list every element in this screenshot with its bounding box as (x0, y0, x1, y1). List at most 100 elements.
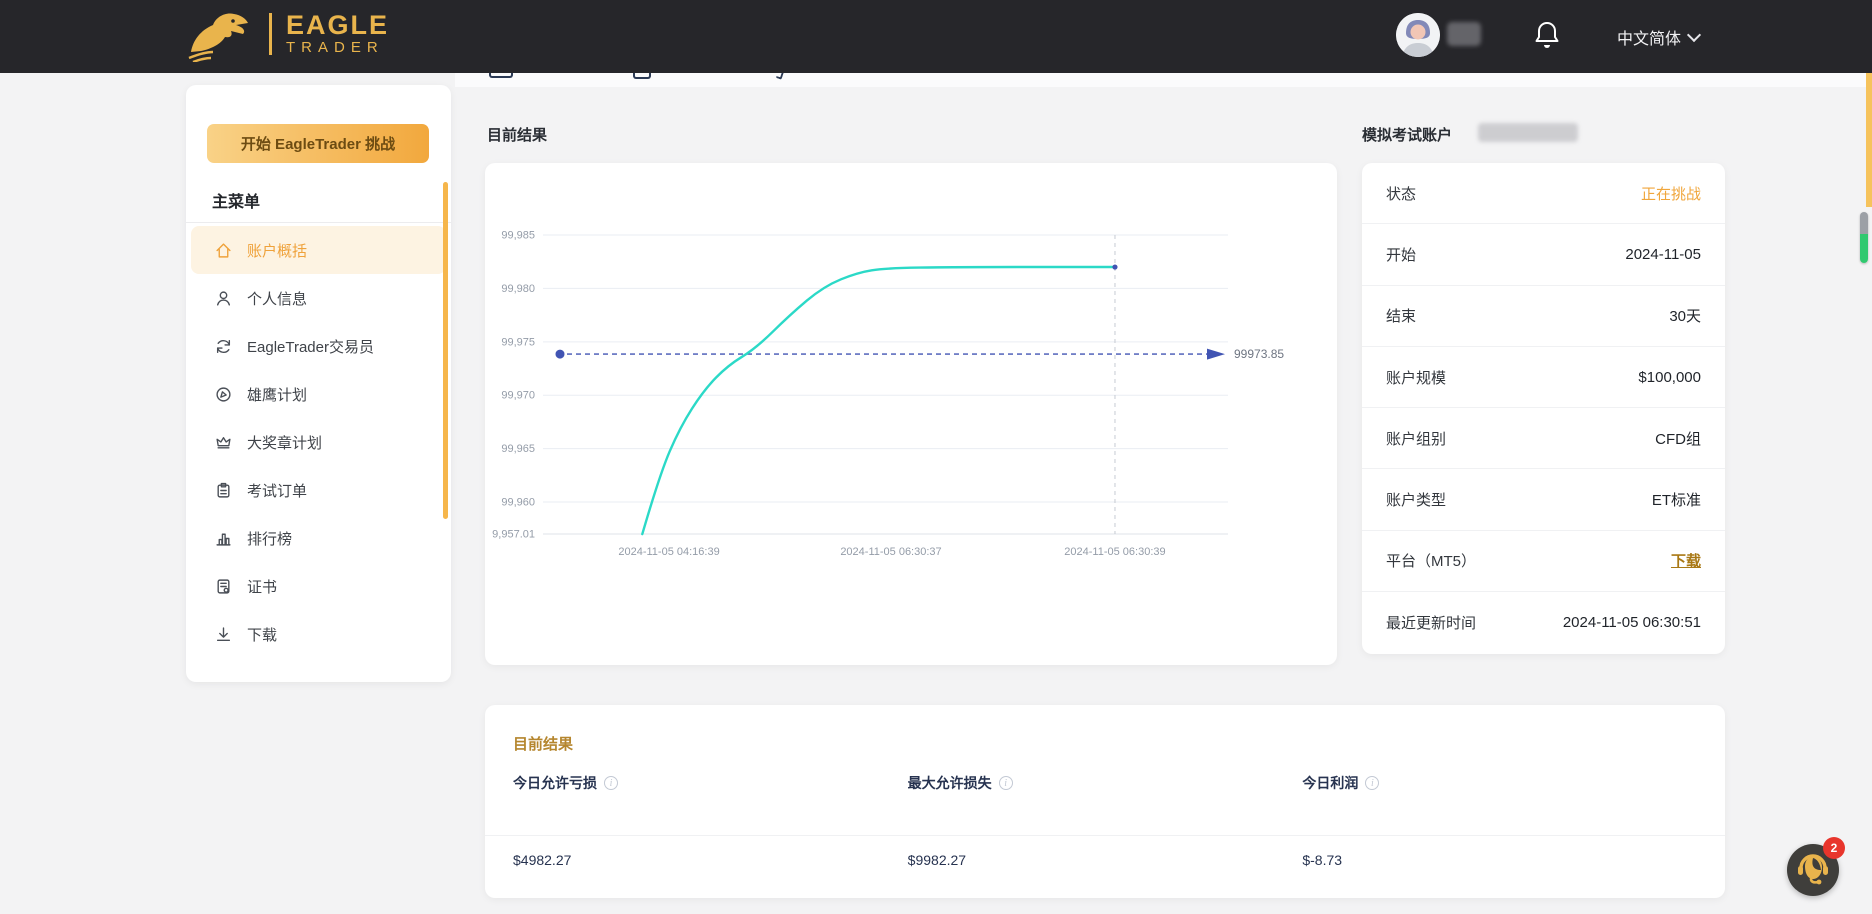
account-number-redacted (1478, 123, 1578, 142)
svg-text:99973.85: 99973.85 (1234, 347, 1284, 361)
panel-row-0: 状态 正在挑战 (1362, 163, 1725, 224)
svg-text:99,975: 99,975 (501, 336, 535, 348)
svg-text:2024-11-05 04:16:39: 2024-11-05 04:16:39 (618, 546, 719, 558)
panel-row-label: 开始 (1386, 244, 1416, 265)
equity-line-chart: 99,985 99,980 99,975 99,970 99,965 99,960 9,95… (485, 163, 1337, 665)
sidebar-item-3[interactable]: 雄鹰计划 (186, 370, 451, 418)
sidebar-item-label: 个人信息 (247, 288, 307, 309)
logo-text-eagle: EAGLE (286, 12, 389, 39)
panel-row-value: 2024-11-05 06:30:51 (1563, 614, 1701, 631)
panel-row-label: 最近更新时间 (1386, 612, 1476, 633)
sidebar-item-6[interactable]: 排行榜 (186, 514, 451, 562)
barchart-icon (215, 530, 232, 547)
stats-value-2: $-8.73 (1302, 852, 1697, 868)
sidebar-item-2[interactable]: EagleTrader交易员 (186, 322, 451, 370)
start-challenge-button[interactable]: 开始 EagleTrader 挑战 (207, 124, 429, 163)
panel-row-value: $100,000 (1638, 369, 1701, 386)
panel-row-label: 账户组别 (1386, 428, 1446, 449)
sidebar-item-5[interactable]: 考试订单 (186, 466, 451, 514)
certificate-icon (215, 578, 232, 595)
sidebar-item-7[interactable]: 证书 (186, 562, 451, 610)
sidebar-section-heading: 主菜单 (212, 188, 260, 212)
sidebar-item-label: 大奖章计划 (247, 432, 322, 453)
stats-col-header-2: 今日利润 i (1302, 773, 1697, 793)
chart-section-title: 目前结果 (487, 124, 547, 145)
stats-label: 今日利润 (1302, 773, 1358, 793)
sidebar-item-label: EagleTrader交易员 (247, 336, 374, 357)
download-link[interactable]: 下载 (1671, 550, 1701, 571)
svg-text:2024-11-05 06:30:37: 2024-11-05 06:30:37 (840, 546, 941, 558)
logo-divider (269, 13, 272, 55)
info-icon[interactable]: i (604, 776, 618, 790)
panel-row-value: 2024-11-05 (1625, 246, 1701, 263)
info-icon[interactable]: i (1365, 776, 1379, 790)
stats-value-0: $4982.27 (513, 852, 908, 868)
chevron-down-icon (1687, 27, 1701, 41)
sidebar-item-label: 考试订单 (247, 480, 307, 501)
sidebar-item-1[interactable]: 个人信息 (186, 274, 451, 322)
top-header: EAGLE TRADER 中文简体 (0, 0, 1872, 73)
page-scrollbar-strip[interactable] (1866, 73, 1872, 207)
svg-text:2024-11-05 06:30:39: 2024-11-05 06:30:39 (1064, 546, 1165, 558)
sidebar-item-label: 证书 (247, 576, 277, 597)
language-selector[interactable]: 中文简体 (1617, 0, 1699, 73)
panel-row-label: 平台（MT5） (1386, 550, 1476, 571)
stats-card-title: 目前结果 (513, 733, 573, 754)
svg-text:99,960: 99,960 (501, 497, 535, 509)
home-icon (215, 242, 232, 259)
clipboard-icon (215, 482, 232, 499)
svg-text:99,985: 99,985 (501, 230, 535, 242)
svg-text:99,970: 99,970 (501, 390, 535, 402)
stats-header-row: 今日允许亏损 i 最大允许损失 i 今日利润 i (513, 773, 1697, 793)
account-details-panel: 状态 正在挑战开始 2024-11-05 结束 30天账户规模 $100,000 账户组别 C… (1362, 163, 1725, 654)
sidebar-item-8[interactable]: 下载 (186, 610, 451, 658)
user-avatar[interactable] (1396, 13, 1440, 57)
sidebar-scrollbar-thumb[interactable] (443, 182, 448, 519)
person-icon (215, 290, 232, 307)
scrolled-content-strip (455, 73, 1872, 87)
language-label: 中文简体 (1617, 25, 1681, 49)
sidebar-item-label: 下载 (247, 624, 277, 645)
sidebar-item-4[interactable]: 大奖章计划 (186, 418, 451, 466)
stats-value-1: $9982.27 (908, 852, 1303, 868)
sidebar: 开始 EagleTrader 挑战 主菜单 账户概括个人信息 EagleTrade… (186, 85, 451, 682)
panel-row-1: 开始 2024-11-05 (1362, 224, 1725, 285)
panel-row-6: 平台（MT5） 下载 (1362, 531, 1725, 592)
sidebar-item-label: 账户概括 (247, 240, 307, 261)
eagle-icon (183, 6, 259, 62)
notification-bell-icon[interactable] (1534, 20, 1560, 50)
crown-icon (215, 434, 232, 451)
stats-value-row: $4982.27$9982.27$-8.73 (513, 852, 1697, 868)
sidebar-item-0[interactable]: 账户概括 (191, 226, 446, 274)
panel-row-label: 状态 (1386, 183, 1416, 204)
svg-text:9,957.01: 9,957.01 (492, 529, 535, 541)
sidebar-divider (186, 222, 451, 223)
username-redacted (1447, 22, 1481, 46)
panel-row-label: 账户类型 (1386, 489, 1446, 510)
panel-row-value: ET标准 (1652, 489, 1701, 510)
stats-label: 今日允许亏损 (513, 773, 597, 793)
panel-row-label: 账户规模 (1386, 367, 1446, 388)
compass-icon (215, 386, 232, 403)
stats-col-header-1: 最大允许损失 i (908, 773, 1303, 793)
page-scrollbar-thumb[interactable] (1860, 212, 1868, 263)
panel-row-value: CFD组 (1655, 428, 1701, 449)
panel-row-label: 结束 (1386, 305, 1416, 326)
brand-logo[interactable]: EAGLE TRADER (183, 6, 389, 62)
sidebar-item-label: 排行榜 (247, 528, 292, 549)
chat-unread-badge: 2 (1823, 837, 1845, 859)
eagletrader-dashboard: EAGLE TRADER 中文简体 (0, 0, 1872, 914)
support-chat-button[interactable]: 2 (1787, 844, 1839, 896)
stats-label: 最大允许损失 (908, 773, 992, 793)
panel-section-title: 模拟考试账户 (1362, 124, 1452, 145)
panel-row-value: 30天 (1669, 305, 1701, 326)
info-icon[interactable]: i (999, 776, 1013, 790)
equity-chart-card: 99,985 99,980 99,975 99,970 99,965 99,960 9,95… (485, 163, 1337, 665)
download-icon (215, 626, 232, 643)
svg-text:99,965: 99,965 (501, 443, 535, 455)
svg-text:99,980: 99,980 (501, 283, 535, 295)
stats-col-header-0: 今日允许亏损 i (513, 773, 908, 793)
panel-row-value: 正在挑战 (1641, 183, 1701, 204)
panel-row-2: 结束 30天 (1362, 286, 1725, 347)
panel-row-7: 最近更新时间 2024-11-05 06:30:51 (1362, 592, 1725, 653)
